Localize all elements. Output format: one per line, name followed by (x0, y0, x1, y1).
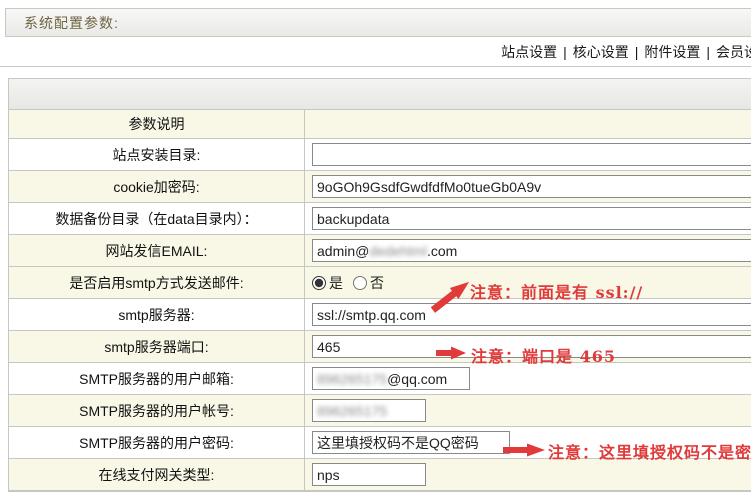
table-header-row: 参数说明 (9, 110, 751, 139)
table-row: 网站发信EMAIL: admin@dedehtml.com (9, 235, 751, 267)
red-arrow-right-icon (503, 443, 545, 457)
settings-tabs-bar: 站点设置 | 核心设置 | 附件设置 | 会员设置 (0, 37, 751, 67)
table-row: smtp服务器: (9, 299, 751, 331)
page-title-bar: 系统配置参数: (5, 8, 751, 37)
annotation-password-note: 注意：这里填授权码不是密码 (548, 439, 751, 463)
tab-core-settings[interactable]: 核心设置 (573, 42, 629, 62)
panel-top-band (9, 79, 751, 110)
smtp-enable-yes-radio[interactable] (312, 276, 326, 290)
tab-site-settings[interactable]: 站点设置 (501, 42, 557, 62)
row-label-site-email: 网站发信EMAIL: (9, 235, 305, 266)
nav-separator: | (635, 44, 639, 60)
page: 系统配置参数: 站点设置 | 核心设置 | 附件设置 | 会员设置 参数说明 站… (0, 0, 751, 500)
table-row: cookie加密码: (9, 171, 751, 203)
column-header-param-desc: 参数说明 (9, 110, 305, 138)
table-row: SMTP服务器的用户邮箱: 896265175@qq.com (9, 363, 751, 395)
table-row: SMTP服务器的用户帐号: 896265175 (9, 395, 751, 427)
smtp-enable-no-option[interactable]: 否 (353, 273, 384, 293)
table-row: smtp服务器端口: (9, 331, 751, 363)
table-row: 数据备份目录（在data目录内）： (9, 203, 751, 235)
smtp-user-email-blurred: 896265175 (317, 371, 387, 387)
row-label-smtp-user-email: SMTP服务器的用户邮箱: (9, 363, 305, 394)
row-label-pay-gateway-type: 在线支付网关类型: (9, 459, 305, 490)
row-label-smtp-user-account: SMTP服务器的用户帐号: (9, 395, 305, 426)
site-email-input[interactable]: admin@dedehtml.com (312, 239, 751, 262)
smtp-server-input[interactable] (312, 303, 751, 326)
cookie-key-input[interactable] (312, 175, 751, 198)
smtp-user-account-input[interactable]: 896265175 (312, 399, 426, 422)
smtp-enable-no-radio[interactable] (353, 276, 367, 290)
table-row: 站点安装目录: (9, 139, 751, 171)
install-dir-input[interactable] (312, 143, 751, 166)
smtp-enable-yes-option[interactable]: 是 (312, 273, 343, 293)
page-title: 系统配置参数: (24, 13, 119, 33)
tab-member-settings[interactable]: 会员设置 (716, 42, 751, 62)
email-prefix: admin@ (317, 243, 369, 259)
row-label-backup-dir: 数据备份目录（在data目录内）： (9, 203, 305, 234)
annotation-port-note: 注意：端口是 465 (471, 343, 616, 367)
smtp-user-password-input[interactable] (312, 431, 510, 454)
smtp-user-email-suffix: @qq.com (387, 371, 447, 387)
smtp-enable-yes-label: 是 (329, 273, 343, 293)
red-arrow-right-icon (436, 346, 466, 360)
row-label-smtp-server: smtp服务器: (9, 299, 305, 330)
email-suffix: .com (427, 243, 457, 259)
row-label-cookie-key: cookie加密码: (9, 171, 305, 202)
column-header-value (305, 110, 751, 138)
smtp-user-account-blurred: 896265175 (317, 403, 387, 419)
row-label-smtp-enable: 是否启用smtp方式发送邮件: (9, 267, 305, 298)
annotation-ssl-note: 注意：前面是有 ssl:// (470, 279, 643, 303)
row-label-smtp-user-password: SMTP服务器的用户密码: (9, 427, 305, 458)
nav-separator: | (563, 44, 567, 60)
pay-gateway-type-input[interactable] (312, 463, 426, 486)
row-label-install-dir: 站点安装目录: (9, 139, 305, 170)
table-row: 在线支付网关类型: (9, 459, 751, 491)
row-label-smtp-port: smtp服务器端口: (9, 331, 305, 362)
smtp-enable-no-label: 否 (370, 273, 384, 293)
nav-separator: | (706, 44, 710, 60)
smtp-user-email-input[interactable]: 896265175@qq.com (312, 367, 470, 390)
backup-dir-input[interactable] (312, 207, 751, 230)
email-blurred-domain: dedehtml (369, 243, 427, 259)
tab-attachment-settings[interactable]: 附件设置 (644, 42, 700, 62)
